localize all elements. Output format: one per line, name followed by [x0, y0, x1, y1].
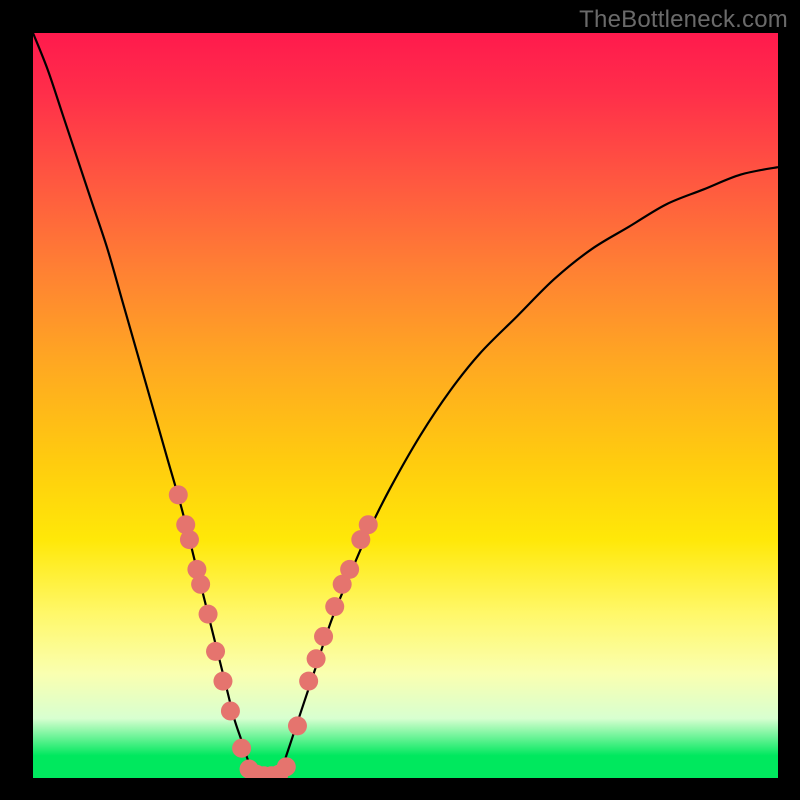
data-marker: [277, 757, 296, 776]
curve-left: [33, 33, 257, 778]
data-marker: [199, 605, 218, 624]
data-marker: [307, 649, 326, 668]
data-marker: [221, 701, 240, 720]
data-marker: [314, 627, 333, 646]
data-marker: [180, 530, 199, 549]
data-marker: [299, 672, 318, 691]
curve-right: [279, 167, 778, 778]
watermark-label: TheBottleneck.com: [579, 6, 788, 34]
data-marker: [191, 575, 210, 594]
data-marker: [206, 642, 225, 661]
plot-area: [33, 33, 778, 778]
data-marker: [169, 485, 188, 504]
data-markers: [169, 485, 378, 778]
data-marker: [340, 560, 359, 579]
chart-root: TheBottleneck.com: [0, 0, 800, 800]
curve-svg: [33, 33, 778, 778]
data-marker: [325, 597, 344, 616]
data-marker: [288, 716, 307, 735]
data-marker: [232, 739, 251, 758]
data-marker: [359, 515, 378, 534]
data-marker: [213, 672, 232, 691]
